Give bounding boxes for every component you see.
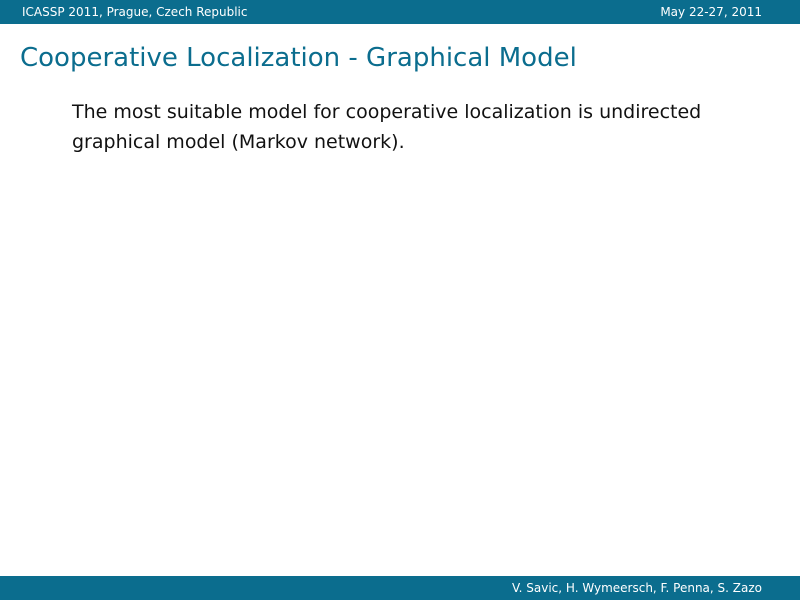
conference-name: ICASSP 2011, Prague, Czech Republic xyxy=(22,5,248,19)
slide-title: Cooperative Localization - Graphical Mod… xyxy=(20,43,577,73)
author-list: V. Savic, H. Wymeersch, F. Penna, S. Zaz… xyxy=(511,581,762,595)
header-bar: ICASSP 2011, Prague, Czech Republic May … xyxy=(0,0,800,24)
conference-date: May 22-27, 2011 xyxy=(660,5,762,19)
slide-body-text: The most suitable model for cooperative … xyxy=(72,101,702,153)
footer-bar: V. Savic, H. Wymeersch, F. Penna, S. Zaz… xyxy=(0,576,800,600)
